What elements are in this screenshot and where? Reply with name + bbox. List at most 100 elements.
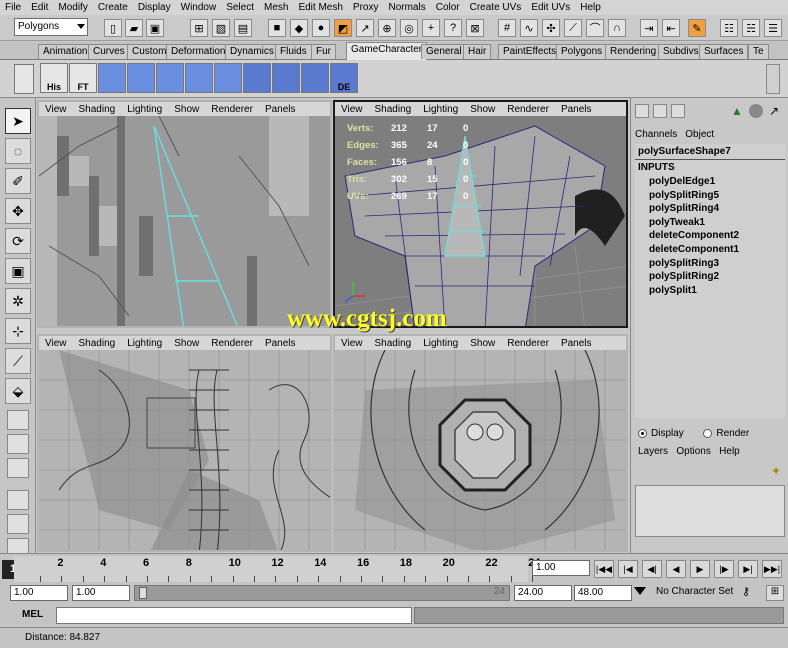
select-object-icon[interactable]: ▧ xyxy=(212,19,230,37)
shelf-tab-deformation[interactable]: Deformation xyxy=(166,44,231,59)
playback-end-field[interactable]: 24.00 xyxy=(514,585,572,601)
shelf-tab-general[interactable]: General xyxy=(421,44,467,59)
shelf-button-10[interactable] xyxy=(301,63,329,93)
panel-menu-view[interactable]: View xyxy=(335,338,369,349)
shelf-button-4[interactable] xyxy=(127,63,155,93)
range-start-handle[interactable] xyxy=(139,587,147,599)
panel-menu-shading[interactable]: Shading xyxy=(73,338,122,349)
arrow-icon[interactable]: ↗ xyxy=(769,104,783,118)
panel-menu-view[interactable]: View xyxy=(39,338,73,349)
menu-proxy[interactable]: Proxy xyxy=(348,2,384,13)
channel-box-toggle-icon[interactable] xyxy=(635,104,649,118)
shelf-tab-surfaces[interactable]: Surfaces xyxy=(699,44,749,59)
panel-menu-shading[interactable]: Shading xyxy=(73,104,122,115)
four-pane-layout-icon[interactable] xyxy=(7,434,29,454)
universal-manip-icon[interactable]: ✲ xyxy=(5,288,31,314)
snap-point-icon[interactable]: ✣ xyxy=(542,19,560,37)
single-pane-layout-icon[interactable] xyxy=(7,410,29,430)
shape-node-label[interactable]: polySurfaceShape7 xyxy=(635,144,785,160)
panel-menu-shading[interactable]: Shading xyxy=(369,104,418,115)
lasso-tool-icon[interactable]: ◌ xyxy=(5,138,31,164)
menu-select[interactable]: Select xyxy=(221,2,259,13)
panel-menu-lighting[interactable]: Lighting xyxy=(121,104,168,115)
menu-modify[interactable]: Modify xyxy=(53,2,92,13)
help-menu[interactable]: Help xyxy=(719,446,740,457)
panel-menu-shading[interactable]: Shading xyxy=(369,338,418,349)
shelf-tab-curves[interactable]: Curves xyxy=(88,44,130,59)
input-node[interactable]: polySplitRing3 xyxy=(635,257,785,271)
menu-edit-uvs[interactable]: Edit UVs xyxy=(526,2,575,13)
select-pivots-icon[interactable]: ⊕ xyxy=(378,19,396,37)
select-points-icon[interactable]: ■ xyxy=(268,19,286,37)
menu-create[interactable]: Create xyxy=(93,2,133,13)
menu-edit-mesh[interactable]: Edit Mesh xyxy=(293,2,347,13)
menu-mesh[interactable]: Mesh xyxy=(259,2,293,13)
shelf-button-1[interactable]: His xyxy=(40,63,68,93)
panel-menu-renderer[interactable]: Renderer xyxy=(205,104,259,115)
panel-menu-panels[interactable]: Panels xyxy=(555,104,598,115)
current-time-field[interactable]: 1.00 xyxy=(532,560,590,576)
shelf-tab-fur[interactable]: Fur xyxy=(311,44,336,59)
input-node[interactable]: polySplitRing5 xyxy=(635,189,785,203)
shelf-tab-fluids[interactable]: Fluids xyxy=(275,44,312,59)
shelf-tab-polygons[interactable]: Polygons xyxy=(556,44,608,59)
menu-display[interactable]: Display xyxy=(133,2,176,13)
viewport-bottom-left[interactable]: View Shading Lighting Show Renderer Pane… xyxy=(37,334,332,552)
animation-prefs-icon[interactable]: ⊞ xyxy=(766,585,784,601)
menu-window[interactable]: Window xyxy=(176,2,222,13)
command-input[interactable] xyxy=(56,607,412,624)
start-time-field[interactable]: 1.00 xyxy=(10,585,68,601)
go-to-start-icon[interactable]: |◀◀ xyxy=(594,560,614,578)
panel-menu-lighting[interactable]: Lighting xyxy=(121,338,168,349)
shelf-button-6[interactable] xyxy=(185,63,213,93)
select-hulls-icon[interactable]: ↗ xyxy=(356,19,374,37)
render-frame-icon[interactable]: ☷ xyxy=(720,19,738,37)
menu-file[interactable]: File xyxy=(0,2,26,13)
ipr-render-icon[interactable]: ☵ xyxy=(742,19,760,37)
rotate-tool-icon[interactable]: ⟳ xyxy=(5,228,31,254)
viewport-canvas[interactable]: Verts: 212 17 0 Edges: 365 24 0 Faces: 156 8 0 Tris:… xyxy=(335,116,626,326)
playback-start-field[interactable]: 1.00 xyxy=(72,585,130,601)
shelf-tab-gamecharacter[interactable]: GameCharacter xyxy=(346,42,428,60)
panel-menu-view[interactable]: View xyxy=(335,104,369,115)
lock-selection-icon[interactable]: ⊠ xyxy=(466,19,484,37)
shelf-tab-hair[interactable]: Hair xyxy=(463,44,492,59)
select-misc-icon[interactable]: + xyxy=(422,19,440,37)
options-menu[interactable]: Options xyxy=(676,446,710,457)
channels-menu[interactable]: Channels xyxy=(631,129,681,140)
shelf-tab-dynamics[interactable]: Dynamics xyxy=(225,44,279,59)
outliner-layout-icon[interactable] xyxy=(7,490,29,510)
output-ops-icon[interactable]: ⇤ xyxy=(662,19,680,37)
shelf-tab-painteffects[interactable]: PaintEffects xyxy=(498,44,562,59)
input-node[interactable]: polySplitRing2 xyxy=(635,270,785,284)
shelf-tab-custom[interactable]: Custom xyxy=(127,44,172,59)
select-params-icon[interactable]: ◆ xyxy=(290,19,308,37)
menu-color[interactable]: Color xyxy=(431,2,465,13)
shelf-button-9[interactable] xyxy=(272,63,300,93)
open-scene-icon[interactable]: ▰ xyxy=(125,19,143,37)
step-forward-key-icon[interactable]: |▶ xyxy=(714,560,734,578)
panel-menu-renderer[interactable]: Renderer xyxy=(501,104,555,115)
input-node[interactable]: polySplit1 xyxy=(635,284,785,298)
menu-help[interactable]: Help xyxy=(575,2,606,13)
viewport-canvas[interactable] xyxy=(39,116,330,326)
input-ops-icon[interactable]: ⇥ xyxy=(640,19,658,37)
menu-create-uvs[interactable]: Create UVs xyxy=(465,2,527,13)
panel-menu-renderer[interactable]: Renderer xyxy=(501,338,555,349)
range-bar[interactable]: 24 xyxy=(134,585,510,601)
end-time-field[interactable]: 48.00 xyxy=(574,585,632,601)
last-tool-icon[interactable]: ⬙ xyxy=(5,378,31,404)
select-handles-icon[interactable]: ◎ xyxy=(400,19,418,37)
input-node[interactable]: deleteComponent2 xyxy=(635,229,785,243)
shelf-menu-icon[interactable] xyxy=(14,64,34,94)
graph-layout-icon[interactable] xyxy=(7,514,29,534)
layer-list[interactable] xyxy=(635,485,785,537)
play-forwards-icon[interactable]: ▶ xyxy=(690,560,710,578)
input-node[interactable]: polyTweak1 xyxy=(635,216,785,230)
render-layer-radio[interactable] xyxy=(703,428,713,438)
panel-menu-show[interactable]: Show xyxy=(168,338,205,349)
range-end-value[interactable]: 24 xyxy=(494,586,505,597)
tool-settings-toggle-icon[interactable] xyxy=(671,104,685,118)
shelf-button-5[interactable] xyxy=(156,63,184,93)
render-globals-icon[interactable]: ☰ xyxy=(764,19,782,37)
